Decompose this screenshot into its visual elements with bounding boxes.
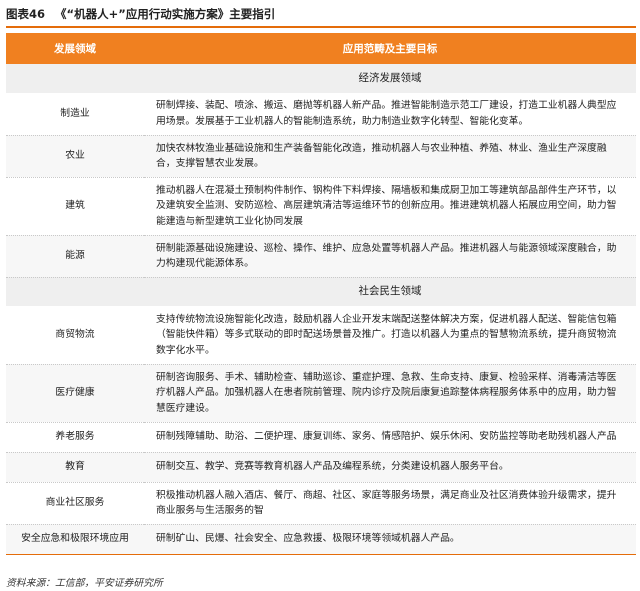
row-area: 制造业 — [6, 93, 144, 136]
section-title: 经济发展领域 — [144, 64, 636, 93]
section-title: 社会民生领域 — [144, 277, 636, 306]
row-area: 商贸物流 — [6, 306, 144, 365]
row-desc: 研制交互、教学、竞赛等教育机器人产品及编程系统，分类建设机器人服务平台。 — [144, 452, 636, 483]
row-desc: 研制残障辅助、助浴、二便护理、康复训练、家务、情感陪护、娱乐休闲、安防监控等助老… — [144, 422, 636, 453]
row-desc: 支持传统物流设施智能化改造，鼓励机器人企业开发末端配送整体解决方案，促进机器人配… — [144, 306, 636, 365]
row-desc: 研制矿山、民爆、社会安全、应急救援、极限环境等领域机器人产品。 — [144, 524, 636, 555]
table-row: 商业社区服务 积极推动机器人融入酒店、餐厅、商超、社区、家庭等服务场景，满足商业… — [6, 482, 636, 525]
row-area: 教育 — [6, 452, 144, 483]
row-area: 医疗健康 — [6, 364, 144, 423]
table-row: 教育 研制交互、教学、竞赛等教育机器人产品及编程系统，分类建设机器人服务平台。 — [6, 452, 636, 483]
row-area: 建筑 — [6, 177, 144, 236]
table-row: 建筑 推动机器人在混凝土预制构件制作、钢构件下料焊接、隔墙板和集成厨卫加工等建筑… — [6, 177, 636, 236]
row-desc: 研制咨询服务、手术、辅助检查、辅助巡诊、重症护理、急救、生命支持、康复、检验采样… — [144, 364, 636, 423]
table-row: 能源 研制能源基础设施建设、巡检、操作、维护、应急处置等机器人产品。推进机器人与… — [6, 235, 636, 278]
row-desc: 研制能源基础设施建设、巡检、操作、维护、应急处置等机器人产品。推进机器人与能源领… — [144, 235, 636, 278]
table-row: 商贸物流 支持传统物流设施智能化改造，鼓励机器人企业开发末端配送整体解决方案，促… — [6, 306, 636, 365]
table-row: 医疗健康 研制咨询服务、手术、辅助检查、辅助巡诊、重症护理、急救、生命支持、康复… — [6, 364, 636, 423]
table-row: 安全应急和极限环境应用 研制矿山、民爆、社会安全、应急救援、极限环境等领域机器人… — [6, 524, 636, 555]
section-header-economy: 经济发展领域 — [6, 64, 636, 93]
figure-label: 图表46 — [6, 7, 46, 21]
row-area: 农业 — [6, 135, 144, 178]
guidance-table: 发展领域 应用范畴及主要目标 经济发展领域 制造业 研制焊接、装配、喷涂、搬运、… — [6, 33, 636, 555]
source-note: 资料来源：工信部，平安证券研究所 — [6, 578, 163, 589]
row-desc: 加快农林牧渔业基础设施和生产装备智能化改造，推动机器人与农业种植、养殖、林业、渔… — [144, 135, 636, 178]
table-row: 养老服务 研制残障辅助、助浴、二便护理、康复训练、家务、情感陪护、娱乐休闲、安防… — [6, 422, 636, 453]
row-area: 安全应急和极限环境应用 — [6, 524, 144, 555]
header-area: 发展领域 — [6, 33, 144, 64]
row-area: 商业社区服务 — [6, 482, 144, 525]
report-figure: 图表46 《“机器人+”应用行动实施方案》主要指引 发展领域 应用范畴及主要目标 … — [0, 0, 640, 591]
row-desc: 研制焊接、装配、喷涂、搬运、磨抛等机器人新产品。推进智能制造示范工厂建设，打造工… — [144, 93, 636, 136]
figure-title-bar: 图表46 《“机器人+”应用行动实施方案》主要指引 — [6, 2, 636, 28]
header-scope: 应用范畴及主要目标 — [144, 33, 636, 64]
row-desc: 积极推动机器人融入酒店、餐厅、商超、社区、家庭等服务场景，满足商业及社区消费体验… — [144, 482, 636, 525]
table-row: 农业 加快农林牧渔业基础设施和生产装备智能化改造，推动机器人与农业种植、养殖、林… — [6, 135, 636, 178]
table-header-row: 发展领域 应用范畴及主要目标 — [6, 33, 636, 64]
section-header-society: 社会民生领域 — [6, 277, 636, 306]
row-area: 能源 — [6, 235, 144, 278]
row-desc: 推动机器人在混凝土预制构件制作、钢构件下料焊接、隔墙板和集成厨卫加工等建筑部品部… — [144, 177, 636, 236]
table-row: 制造业 研制焊接、装配、喷涂、搬运、磨抛等机器人新产品。推进智能制造示范工厂建设… — [6, 93, 636, 136]
figure-title: 《“机器人+”应用行动实施方案》主要指引 — [55, 7, 276, 21]
row-area: 养老服务 — [6, 422, 144, 453]
